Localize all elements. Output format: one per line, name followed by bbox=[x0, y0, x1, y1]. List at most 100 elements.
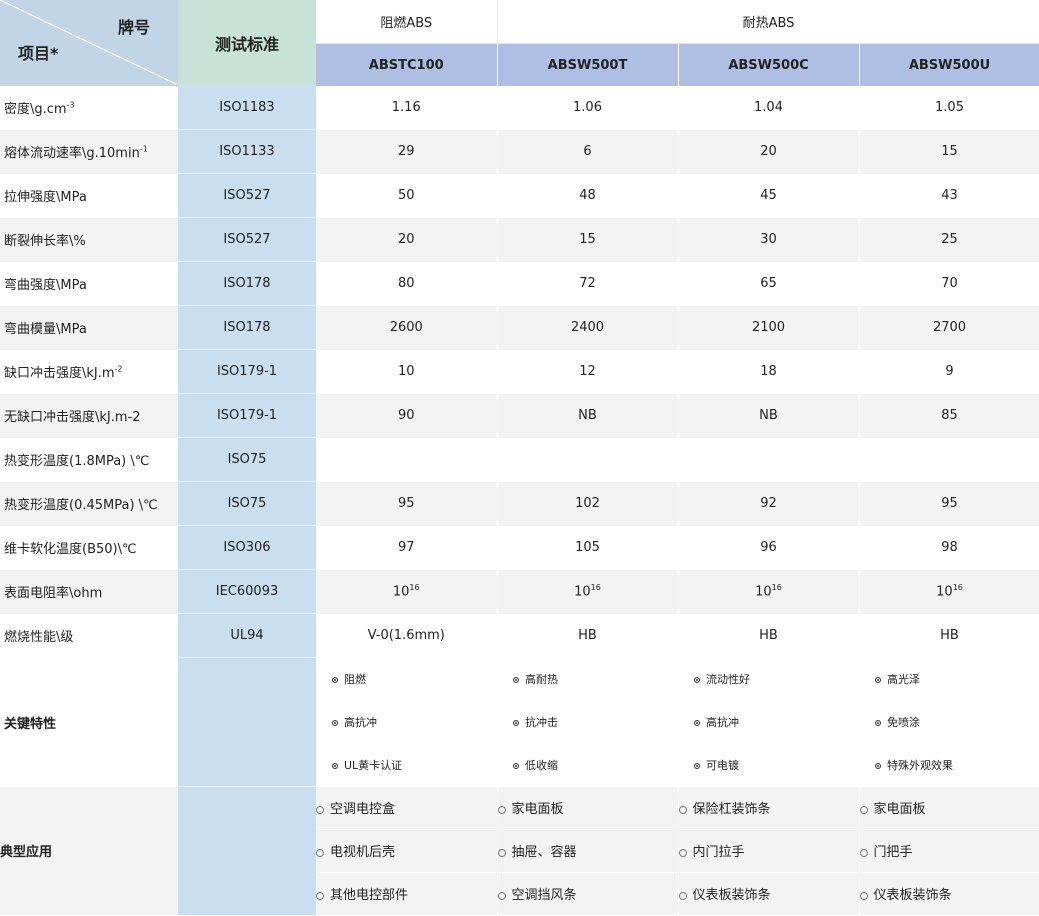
value-text: 1.05 bbox=[935, 100, 964, 116]
property-label: 熔体流动速率\g.10min-1 bbox=[0, 129, 178, 174]
value-text: 2700 bbox=[932, 320, 967, 335]
value-text: 20 bbox=[760, 144, 777, 159]
property-label: 密度\g.cm-3 bbox=[0, 86, 178, 130]
applications-item-text: 其他电控部件 bbox=[330, 888, 409, 903]
features-item-text: 流动性好 bbox=[706, 673, 750, 686]
applications-item-text: 电视机后壳 bbox=[330, 845, 396, 860]
value-cell: 2100 bbox=[678, 305, 860, 350]
features-item-text: 特殊外观效果 bbox=[887, 759, 953, 772]
table-row: 维卡软化温度(B50)\℃ ISO306 97 105 96 98 bbox=[0, 525, 1039, 570]
value-text: 10 bbox=[392, 584, 410, 600]
features-item-text: 高光泽 bbox=[887, 673, 920, 686]
value-text: 50 bbox=[397, 188, 415, 203]
applications-item: 空调挡风条 bbox=[497, 872, 679, 916]
table-row: 缺口冲击强度\kJ.m-2 ISO179-1 10 12 18 9 bbox=[0, 349, 1039, 394]
features-item: 高光泽 bbox=[859, 658, 1039, 701]
table-row: 表面电阻率\ohm IEC60093 1016 1016 1016 1016 bbox=[0, 569, 1039, 614]
applications-item-text: 仪表板装饰条 bbox=[692, 888, 771, 903]
value-text: 95 bbox=[941, 496, 958, 511]
property-label: 缺口冲击强度\kJ.m-2 bbox=[0, 350, 178, 394]
value-text: 80 bbox=[397, 276, 415, 291]
value-cell: 1.04 bbox=[678, 86, 860, 130]
applications-item-text: 抽屉、容器 bbox=[511, 845, 577, 860]
value-cell: 1.16 bbox=[316, 86, 498, 130]
value-text: 85 bbox=[941, 408, 958, 423]
features-item: UL黄卡认证 bbox=[316, 744, 497, 787]
grade-header: ABSTC100 bbox=[316, 43, 498, 86]
property-label: 热变形温度(0.45MPa) \℃ bbox=[0, 481, 178, 526]
property-label-text: 缺口冲击强度\kJ.m bbox=[4, 366, 115, 381]
property-label-text: 密度\g.cm bbox=[4, 102, 67, 118]
features-item: 低收缩 bbox=[497, 744, 678, 787]
applications-item-text: 空调挡风条 bbox=[511, 888, 577, 903]
features-item-text: 高抗冲 bbox=[344, 716, 377, 729]
value-cell: 92 bbox=[678, 481, 860, 526]
property-label: 弯曲强度\MPa bbox=[0, 262, 178, 306]
value-text: 10 bbox=[755, 584, 772, 600]
value-cell: 43 bbox=[859, 173, 1039, 218]
features-standard-blank bbox=[178, 657, 316, 787]
applications-item: 抽屉、容器 bbox=[497, 829, 679, 873]
table-row: 无缺口冲击强度\kJ.m-2 ISO179-1 90 NB NB 85 bbox=[0, 393, 1039, 438]
features-item-text: UL黄卡认证 bbox=[344, 759, 403, 772]
value-text: 2100 bbox=[751, 320, 786, 335]
applications-item-text: 保险杠装饰条 bbox=[692, 802, 771, 817]
value-cell: 80 bbox=[316, 261, 498, 306]
value-text: 105 bbox=[575, 540, 600, 555]
property-label-text: 热变形温度(1.8MPa) \℃ bbox=[4, 454, 150, 469]
applications-item: 空调电控盒 bbox=[316, 786, 498, 830]
value-text: 10 bbox=[397, 364, 415, 379]
value-text: 2400 bbox=[570, 320, 605, 335]
features-item-text: 免喷涂 bbox=[887, 716, 920, 729]
value-cell: 15 bbox=[859, 129, 1039, 174]
value-cell: 90 bbox=[316, 393, 498, 438]
value-text: NB bbox=[578, 408, 597, 423]
value-text: 43 bbox=[941, 188, 958, 203]
features-item-text: 阻燃 bbox=[344, 673, 366, 686]
value-cell: 2600 bbox=[316, 305, 498, 350]
circle-bullet-icon bbox=[859, 805, 868, 814]
value-text: 90 bbox=[397, 408, 415, 423]
circle-bullet-icon bbox=[497, 891, 506, 900]
applications-item-text: 家电面板 bbox=[873, 802, 926, 817]
value-cell: 15 bbox=[497, 217, 679, 262]
value-cell bbox=[316, 437, 498, 482]
value-text: 95 bbox=[397, 496, 415, 511]
features-item: 高抗冲 bbox=[316, 701, 497, 744]
applications-item: 内门拉手 bbox=[678, 829, 860, 873]
grade-header: ABSW500C bbox=[678, 43, 860, 86]
bullet-icon bbox=[875, 720, 881, 726]
value-cell: 1016 bbox=[678, 569, 860, 614]
value-text: HB bbox=[578, 628, 597, 643]
property-label-exponent: -2 bbox=[114, 364, 123, 374]
value-cell: HB bbox=[497, 613, 679, 658]
property-label: 维卡软化温度(B50)\℃ bbox=[0, 526, 178, 570]
property-label: 拉伸强度\MPa bbox=[0, 174, 178, 218]
bullet-icon bbox=[513, 677, 519, 683]
property-label: 断裂伸长率\% bbox=[0, 217, 178, 262]
value-cell bbox=[497, 437, 679, 482]
value-cell: 10 bbox=[316, 349, 498, 394]
value-cell: 105 bbox=[497, 525, 679, 570]
value-cell: 1016 bbox=[497, 569, 679, 614]
value-cell: 20 bbox=[316, 217, 498, 262]
table-row: 热变形温度(1.8MPa) \℃ ISO75 bbox=[0, 437, 1039, 482]
test-standard: ISO306 bbox=[178, 525, 316, 570]
applications-item: 门把手 bbox=[859, 829, 1039, 873]
value-cell: NB bbox=[678, 393, 860, 438]
applications-item-text: 内门拉手 bbox=[692, 845, 745, 860]
bullet-icon bbox=[694, 720, 700, 726]
value-text: V-0(1.6mm) bbox=[367, 628, 445, 643]
group-heat-resistant: 耐热ABS bbox=[497, 0, 1039, 44]
features-item: 抗冲击 bbox=[497, 701, 678, 744]
test-standard: ISO75 bbox=[178, 481, 316, 526]
value-cell: 97 bbox=[316, 525, 498, 570]
grade-header: ABSW500U bbox=[859, 43, 1039, 86]
value-text: 92 bbox=[760, 496, 777, 511]
value-cell: 2700 bbox=[859, 305, 1039, 350]
value-text: 96 bbox=[760, 540, 777, 555]
circle-bullet-icon bbox=[316, 848, 324, 857]
value-cell: 102 bbox=[497, 481, 679, 526]
test-standard: IEC60093 bbox=[178, 569, 316, 614]
features-row: 关键特性 阻燃 高耐热 流动性好 高光泽 bbox=[0, 657, 1039, 787]
